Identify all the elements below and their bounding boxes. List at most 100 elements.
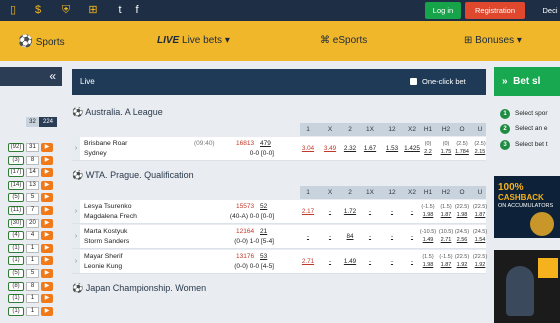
play-icon[interactable]: ▶ bbox=[41, 306, 53, 316]
chevron-right-icon[interactable]: › bbox=[72, 225, 80, 248]
odds-button[interactable]: 2.15 bbox=[470, 149, 490, 156]
odds-button[interactable]: - bbox=[382, 233, 402, 241]
dollar-icon[interactable]: $ bbox=[31, 3, 45, 17]
market-count[interactable]: 12164 bbox=[236, 228, 254, 235]
odds-button[interactable]: - bbox=[382, 258, 402, 266]
bet-count[interactable]: 53 bbox=[260, 253, 267, 260]
market-count[interactable]: 16813 bbox=[236, 140, 254, 147]
ball-icon: ⚽ bbox=[18, 34, 33, 48]
market-count[interactable]: 13176 bbox=[236, 253, 254, 260]
odds-button[interactable]: - bbox=[360, 233, 380, 241]
nav-sports[interactable]: ⚽ Sports bbox=[18, 21, 65, 61]
login-button[interactable]: Log in bbox=[425, 2, 461, 19]
odds-button[interactable]: - bbox=[320, 258, 340, 266]
bet-slip-header[interactable]: » Bet sl bbox=[494, 67, 560, 96]
odds-button[interactable]: 1.49 bbox=[418, 237, 438, 244]
facebook-icon[interactable]: f bbox=[130, 3, 144, 17]
odds-button[interactable]: 1.98 bbox=[452, 212, 472, 219]
odds-button[interactable]: 2.17 bbox=[298, 208, 318, 216]
player-banner[interactable] bbox=[494, 250, 560, 323]
step-3: 3 Select bet t bbox=[500, 139, 560, 151]
odds-button[interactable]: - bbox=[320, 208, 340, 216]
odds-button[interactable]: 1.54 bbox=[470, 237, 490, 244]
collapse-button[interactable]: « bbox=[0, 67, 62, 86]
chevron-right-icon[interactable]: › bbox=[72, 200, 80, 223]
odds-button[interactable]: 1.87 bbox=[470, 212, 490, 219]
sport-filter-row[interactable]: (92) 31 ▶ bbox=[0, 142, 62, 154]
odds-button[interactable]: 1.92 bbox=[470, 262, 490, 269]
odds-button[interactable]: 3.49 bbox=[320, 145, 340, 153]
match-row[interactable]: › Mayar Sherif Leonie Kung 13176 53 (0-0) 0-0… bbox=[72, 250, 487, 274]
sport-filter-row[interactable]: (4) 4 ▶ bbox=[0, 230, 62, 242]
play-icon[interactable]: ▶ bbox=[41, 294, 53, 304]
odds-button[interactable]: - bbox=[320, 233, 340, 241]
sport-filter-row[interactable]: (1) 1 ▶ bbox=[0, 243, 62, 255]
sport-filter-row[interactable]: (30) 20 ▶ bbox=[0, 218, 62, 230]
twitter-icon[interactable]: t bbox=[113, 3, 127, 17]
play-icon[interactable]: ▶ bbox=[41, 206, 53, 215]
sport-filter-row[interactable]: (11) 7 ▶ bbox=[0, 205, 62, 217]
chevron-right-icon[interactable]: › bbox=[72, 250, 80, 273]
match-row[interactable]: › Marta Kostyuk Storm Sanders 12164 21 (0-0) … bbox=[72, 225, 487, 249]
sport-filter-row[interactable]: (5) 5 ▶ bbox=[0, 192, 62, 204]
shield-icon[interactable]: ⛨ bbox=[59, 3, 73, 17]
play-icon[interactable]: ▶ bbox=[41, 256, 53, 266]
odds-button[interactable]: 1.72 bbox=[340, 208, 360, 216]
play-icon[interactable]: ▶ bbox=[41, 243, 53, 253]
odds-button[interactable]: - bbox=[360, 258, 380, 266]
count-pill[interactable]: 32 bbox=[26, 117, 39, 127]
odds-button[interactable]: 1.53 bbox=[382, 145, 402, 153]
count-pill[interactable]: 224 bbox=[39, 117, 57, 127]
odds-button[interactable]: 1.49 bbox=[340, 258, 360, 266]
gift-icon[interactable]: ⊞ bbox=[86, 3, 100, 17]
odds-button[interactable]: 2.2 bbox=[418, 149, 438, 156]
sport-filter-row[interactable]: (3) 8 ▶ bbox=[0, 155, 62, 167]
market-count[interactable]: 15573 bbox=[236, 203, 254, 210]
match-row[interactable]: › Lesya Tsurenko Magdalena Frech 15573 52 (40… bbox=[72, 200, 487, 224]
odds-button[interactable]: - bbox=[360, 208, 380, 216]
odds-button[interactable]: 2.56 bbox=[452, 237, 472, 244]
odds-button[interactable]: 1.98 bbox=[418, 212, 438, 219]
registration-button[interactable]: Registration bbox=[465, 2, 525, 19]
play-icon[interactable]: ▶ bbox=[41, 269, 53, 278]
nav-esports[interactable]: ⌘ eSports bbox=[320, 21, 367, 61]
play-icon[interactable]: ▶ bbox=[41, 218, 53, 228]
bet-count[interactable]: 52 bbox=[260, 203, 267, 210]
play-icon[interactable]: ▶ bbox=[41, 155, 53, 165]
odds-button[interactable]: 84 bbox=[340, 233, 360, 241]
one-click-checkbox[interactable] bbox=[410, 78, 417, 85]
odds-button[interactable]: 1.92 bbox=[452, 262, 472, 269]
sport-filter-row[interactable]: (1) 1 ▶ bbox=[0, 255, 62, 267]
odds-button[interactable]: - bbox=[382, 208, 402, 216]
sport-filter-row[interactable]: (8) 8 ▶ bbox=[0, 281, 62, 293]
play-icon[interactable]: ▶ bbox=[41, 231, 53, 241]
sport-filter-row[interactable]: (5) 5 ▶ bbox=[0, 268, 62, 280]
bet-count[interactable]: 479 bbox=[260, 140, 271, 147]
event-count: (1) bbox=[8, 256, 24, 266]
sport-filter-row[interactable]: (17) 14 ▶ bbox=[0, 167, 62, 179]
bet-count[interactable]: 21 bbox=[260, 228, 267, 235]
odds-format-select[interactable]: Deci bbox=[538, 2, 560, 19]
nav-bonuses[interactable]: ⊞ Bonuses ▾ bbox=[464, 21, 522, 61]
cashback-banner[interactable]: 100% CASHBACK ON ACCUMULATORS bbox=[494, 176, 560, 238]
odds-button[interactable]: 2.71 bbox=[298, 258, 318, 266]
odds-button[interactable]: 1.67 bbox=[360, 145, 380, 153]
play-icon[interactable]: ▶ bbox=[41, 168, 53, 178]
odds-button[interactable]: 2.32 bbox=[340, 145, 360, 153]
odds-button[interactable]: 1.784 bbox=[452, 149, 472, 156]
play-icon[interactable]: ▶ bbox=[41, 143, 53, 152]
odds-column-header: O bbox=[459, 189, 465, 196]
mobile-icon[interactable]: ▯ bbox=[6, 3, 20, 17]
odds-button[interactable]: - bbox=[298, 233, 318, 241]
play-icon[interactable]: ▶ bbox=[41, 193, 53, 203]
sport-filter-row[interactable]: (1) 1 ▶ bbox=[0, 306, 62, 318]
odds-button[interactable]: 3.04 bbox=[298, 145, 318, 153]
chevron-right-icon[interactable]: › bbox=[72, 137, 80, 160]
nav-live[interactable]: LIVE Live bets ▾ bbox=[157, 21, 230, 61]
match-row[interactable]: › Brisbane Roar Sydney (09:40) 16813 479 0-0 [… bbox=[72, 137, 486, 161]
odds-button[interactable]: 1.98 bbox=[418, 262, 438, 269]
play-icon[interactable]: ▶ bbox=[41, 180, 53, 190]
play-icon[interactable]: ▶ bbox=[41, 281, 53, 291]
sport-filter-row[interactable]: (14) 13 ▶ bbox=[0, 180, 62, 192]
sport-filter-row[interactable]: (1) 1 ▶ bbox=[0, 293, 62, 305]
